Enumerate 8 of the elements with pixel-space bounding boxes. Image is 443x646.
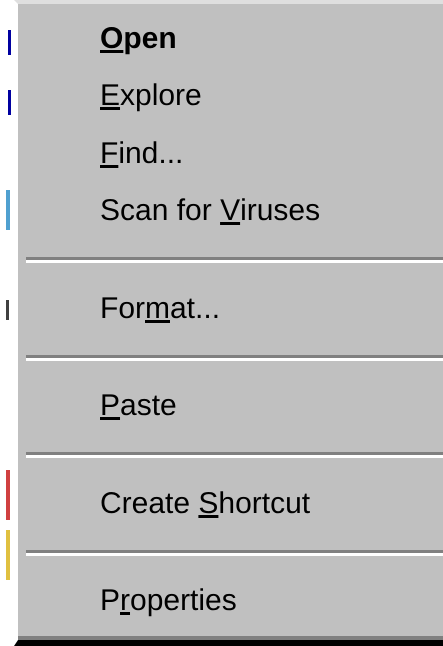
menu-item[interactable]: Format... — [18, 280, 443, 338]
menu-item[interactable]: Find... — [18, 125, 443, 182]
menu-item[interactable]: Explore — [18, 68, 443, 125]
menu-item[interactable]: Scan for Viruses — [18, 182, 443, 240]
menu-item[interactable]: Properties — [18, 572, 443, 630]
menu-item[interactable]: Create Shortcut — [18, 475, 443, 532]
menu-item[interactable]: Paste — [18, 378, 443, 435]
menu-item[interactable]: Open — [18, 10, 443, 68]
